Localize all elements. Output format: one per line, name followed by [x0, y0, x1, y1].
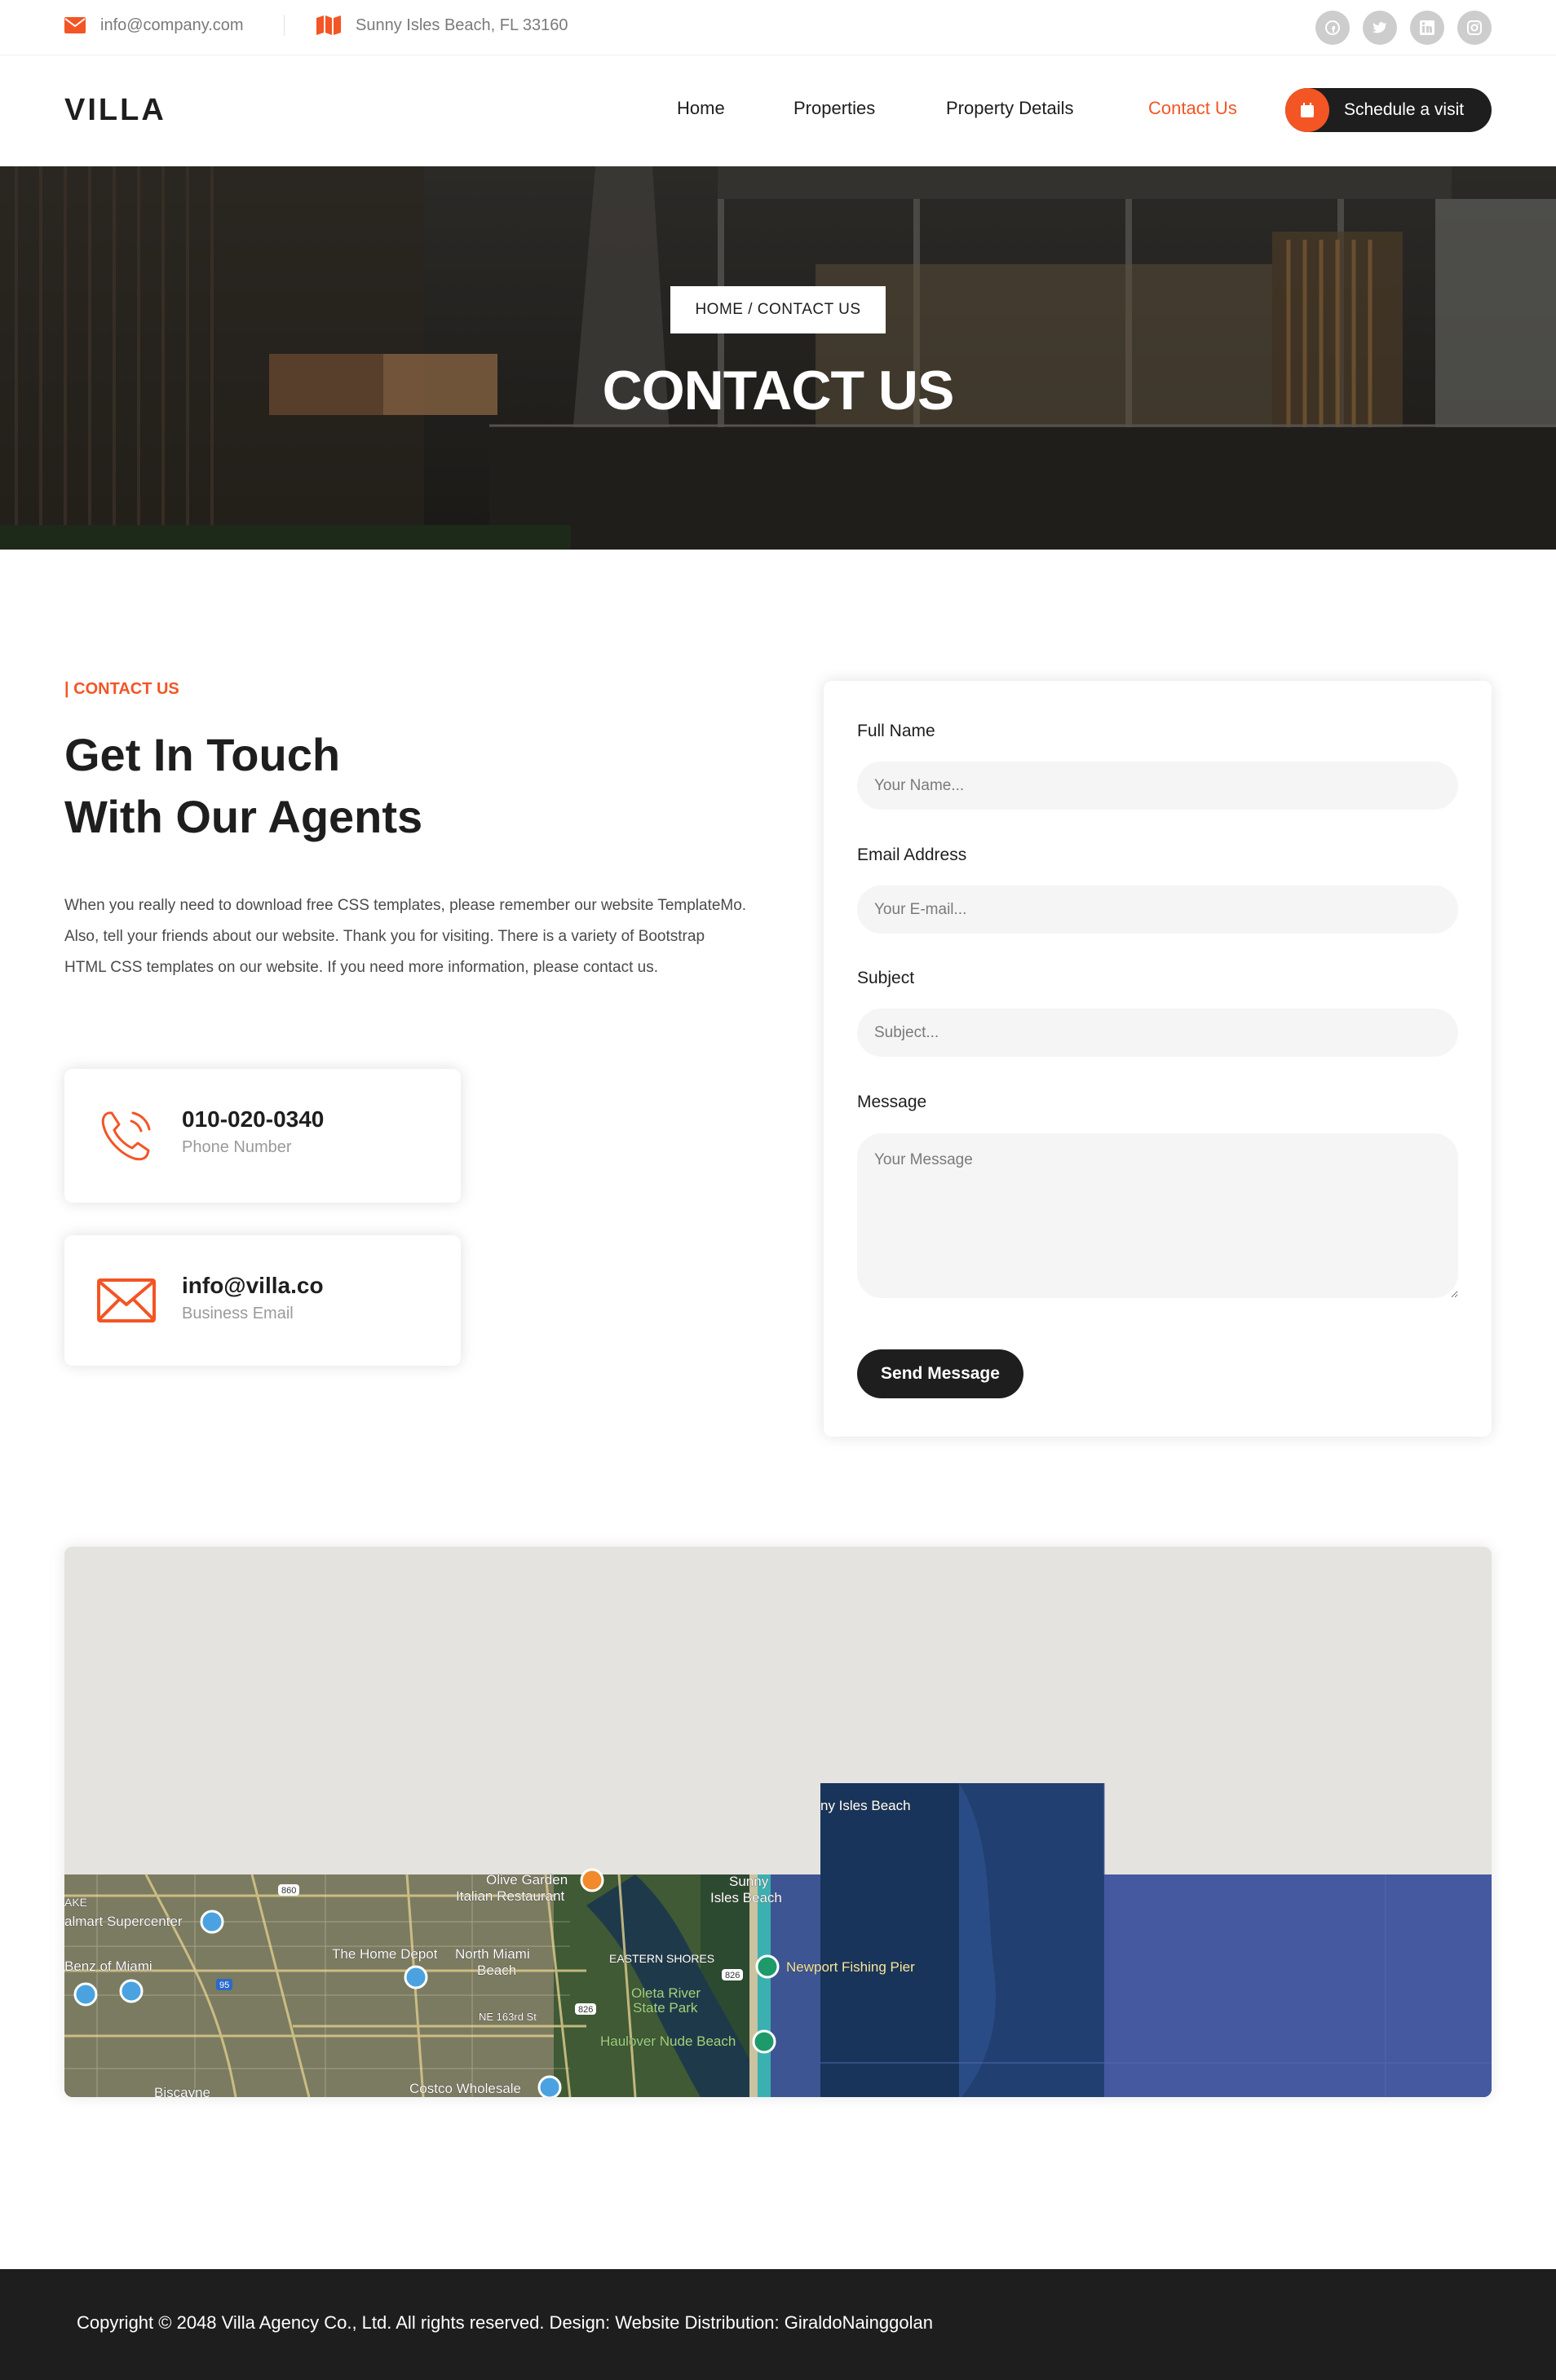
map-label: EASTERN SHORES: [609, 1952, 714, 1965]
map-pin[interactable]: [755, 1954, 780, 1979]
map-pin[interactable]: [537, 2075, 562, 2097]
map-pin[interactable]: [200, 1910, 224, 1934]
map-icon: [316, 15, 341, 35]
breadcrumb: HOME / CONTACT US: [670, 286, 886, 333]
schedule-visit-label: Schedule a visit: [1344, 100, 1465, 119]
instagram-icon[interactable]: [1457, 11, 1492, 45]
main-nav: VILLA Home Properties Property Details C…: [0, 55, 1556, 166]
map-label: AKE: [64, 1896, 87, 1909]
route-shield-label: 95: [219, 1980, 229, 1990]
map-canvas: ny Isles Beach Olive Garden Italian Rest…: [64, 1547, 1492, 2097]
map-label: Costco Wholesale: [409, 2081, 521, 2096]
top-bar: info@company.com Sunny Isles Beach, FL 3…: [0, 0, 1556, 55]
map-label: Isles Beach: [710, 1890, 782, 1905]
social-links: [1315, 11, 1492, 45]
map-pin[interactable]: [73, 1982, 98, 2007]
site-logo[interactable]: VILLA: [64, 93, 166, 128]
topbar-email-text: info@company.com: [100, 15, 244, 34]
topbar-address: Sunny Isles Beach, FL 33160: [316, 0, 568, 51]
map-label: Italian Restaurant: [456, 1888, 565, 1904]
business-email-label: Business Email: [182, 1305, 294, 1322]
topbar-divider: [284, 15, 285, 36]
map-label: Sunny: [729, 1874, 769, 1889]
map-label: The Home Depot: [332, 1946, 438, 1962]
subject-input[interactable]: [857, 1009, 1458, 1057]
envelope-icon: [97, 1235, 156, 1366]
heading-line-1: Get In Touch: [64, 729, 341, 780]
map-label: Olive Garden: [486, 1872, 568, 1888]
email-card: info@villa.co Business Email: [64, 1235, 461, 1366]
full-name-input[interactable]: [857, 762, 1458, 810]
calendar-icon: [1285, 88, 1329, 132]
map-pin[interactable]: [119, 1979, 144, 2003]
section-heading: Get In Touch With Our Agents: [64, 724, 422, 848]
map-label: North Miami: [455, 1946, 530, 1962]
nav-home[interactable]: Home: [677, 98, 725, 119]
map-label: NE 163rd St: [479, 2011, 537, 2023]
map-label: Benz of Miami: [64, 1958, 153, 1974]
nav-properties[interactable]: Properties: [793, 98, 875, 119]
map-pin[interactable]: [580, 1868, 604, 1892]
facebook-icon[interactable]: [1315, 11, 1350, 45]
twitter-icon[interactable]: [1363, 11, 1397, 45]
schedule-visit-button[interactable]: Schedule a visit: [1285, 88, 1492, 132]
section-eyebrow: | CONTACT US: [64, 680, 179, 698]
map-pin[interactable]: [404, 1965, 428, 1989]
section-description: When you really need to download free CS…: [64, 897, 747, 976]
site-footer: Copyright © 2048 Villa Agency Co., Ltd. …: [0, 2269, 1556, 2380]
phone-label: Phone Number: [182, 1138, 292, 1156]
topbar-email[interactable]: info@company.com: [64, 0, 244, 51]
full-name-label: Full Name: [857, 722, 935, 740]
email-address-label: Email Address: [857, 846, 967, 864]
send-message-button[interactable]: Send Message: [857, 1349, 1023, 1398]
phone-card: 010-020-0340 Phone Number: [64, 1069, 461, 1203]
email-field[interactable]: [857, 885, 1458, 934]
nav-property-details[interactable]: Property Details: [946, 98, 1074, 119]
map-label: ny Isles Beach: [820, 1798, 911, 1813]
map-label: Beach: [477, 1963, 516, 1978]
phone-number[interactable]: 010-020-0340: [182, 1106, 324, 1133]
map-label: almart Supercenter: [64, 1914, 183, 1929]
heading-line-2: With Our Agents: [64, 791, 423, 842]
envelope-icon: [64, 17, 86, 33]
route-shield-label: 826: [725, 1971, 740, 1980]
map-pin[interactable]: [752, 2029, 776, 2054]
route-shield-label: 826: [578, 2005, 593, 2015]
page-title: CONTACT US: [602, 360, 955, 422]
map-label: Haulover Nude Beach: [600, 2033, 736, 2049]
map-label: Oleta River: [631, 1985, 701, 2001]
route-shield-label: 860: [281, 1886, 296, 1896]
message-textarea[interactable]: [857, 1133, 1458, 1298]
hero-background-image: [0, 166, 1556, 550]
footer-copyright: Copyright © 2048 Villa Agency Co., Ltd. …: [77, 2312, 933, 2333]
subject-label: Subject: [857, 969, 915, 987]
message-label: Message: [857, 1093, 927, 1111]
map-label: State Park: [633, 2000, 698, 2016]
page-hero: HOME / CONTACT US CONTACT US: [0, 166, 1556, 550]
phone-icon: [97, 1069, 156, 1203]
topbar-address-text: Sunny Isles Beach, FL 33160: [356, 15, 568, 34]
map-label: Biscayne: [154, 2085, 210, 2097]
location-map[interactable]: ny Isles Beach Olive Garden Italian Rest…: [64, 1547, 1492, 2097]
contact-form: Full Name Email Address Subject Message …: [824, 681, 1492, 1437]
business-email[interactable]: info@villa.co: [182, 1273, 324, 1299]
nav-contact-us[interactable]: Contact Us: [1148, 98, 1237, 119]
map-label: Newport Fishing Pier: [786, 1959, 915, 1975]
linkedin-icon[interactable]: [1410, 11, 1444, 45]
